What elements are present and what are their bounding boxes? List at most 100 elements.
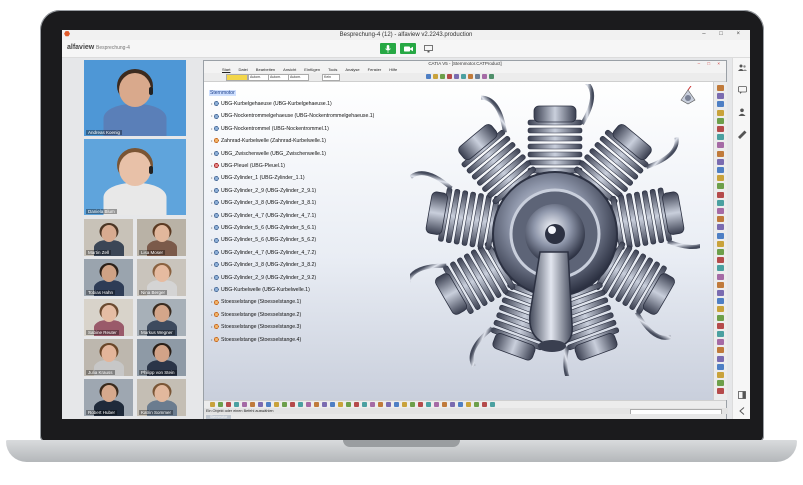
- toolbar-select[interactable]: Autom.: [248, 74, 269, 81]
- side-tool-icon[interactable]: [717, 85, 724, 91]
- side-tool-icon[interactable]: [717, 339, 724, 346]
- side-tool-icon[interactable]: [717, 216, 724, 223]
- side-tool-icon[interactable]: [717, 380, 724, 387]
- toolbar-tool-icon[interactable]: [454, 74, 459, 79]
- compass-icon[interactable]: [677, 86, 699, 108]
- bottom-tool-icon[interactable]: [330, 402, 335, 407]
- toolbar-tool-icon[interactable]: [475, 74, 480, 79]
- side-tool-icon[interactable]: [717, 347, 724, 354]
- menu-item[interactable]: Ansicht: [283, 67, 296, 72]
- side-tool-icon[interactable]: [717, 298, 724, 305]
- settings-icon[interactable]: [737, 130, 747, 140]
- side-tool-icon[interactable]: [717, 322, 724, 329]
- screen-share-button[interactable]: [421, 43, 435, 54]
- bottom-tool-icon[interactable]: [210, 402, 215, 407]
- bottom-tool-icon[interactable]: [234, 402, 239, 407]
- toolbar-tool-icon[interactable]: [433, 74, 438, 79]
- side-tool-icon[interactable]: [717, 281, 724, 288]
- bottom-tool-icon[interactable]: [346, 402, 351, 407]
- bottom-tool-icon[interactable]: [242, 402, 247, 407]
- tree-node[interactable]: • UBG-Zylinder_3_8 (UBG-Zylinder_3_8.2): [211, 261, 316, 268]
- menu-item[interactable]: Datei: [238, 67, 247, 72]
- toolbar-tool-icon[interactable]: [447, 74, 452, 79]
- tree-node[interactable]: • UBG-Zylinder_2_9 (UBG-Zylinder_2_9.2): [211, 274, 316, 281]
- tree-node[interactable]: • UBG-Zylinder_4_7 (UBG-Zylinder_4_7.1): [211, 212, 316, 219]
- participant-tile[interactable]: Lisa Moser: [137, 219, 186, 256]
- collapse-icon[interactable]: [737, 407, 747, 417]
- participant-tile[interactable]: Nina Berger: [137, 259, 186, 296]
- bottom-tool-icon[interactable]: [474, 402, 479, 407]
- bottom-tool-icon[interactable]: [386, 402, 391, 407]
- tree-node[interactable]: • UBG-Zylinder_5_6 (UBG-Zylinder_5_6.2): [211, 236, 316, 243]
- side-tool-icon[interactable]: [717, 167, 724, 173]
- side-tool-icon[interactable]: [717, 331, 724, 337]
- bottom-tool-icon[interactable]: [218, 402, 223, 407]
- side-tool-icon[interactable]: [717, 273, 724, 280]
- tree-node[interactable]: • UBG-Zylinder_3_8 (UBG-Zylinder_3_8.1): [211, 199, 316, 206]
- side-tool-icon[interactable]: [717, 224, 724, 231]
- tree-node[interactable]: • UBG-Pleuel (UBG-Pleuel.1): [211, 162, 285, 169]
- side-tool-icon[interactable]: [717, 240, 724, 247]
- participant-tile[interactable]: Philipp von Stein: [137, 339, 186, 376]
- radial-engine-model[interactable]: [410, 84, 700, 376]
- side-tool-icon[interactable]: [717, 199, 724, 206]
- side-tool-icon[interactable]: [717, 134, 724, 141]
- side-tool-icon[interactable]: [717, 117, 724, 124]
- window-controls[interactable]: – □ ×: [702, 31, 746, 37]
- bottom-tool-icon[interactable]: [306, 402, 311, 407]
- side-tool-icon[interactable]: [717, 208, 724, 214]
- toolbar-tool-icon[interactable]: [482, 74, 487, 79]
- bottom-tool-icon[interactable]: [298, 402, 303, 407]
- bottom-tool-icon[interactable]: [338, 402, 343, 407]
- side-tool-icon[interactable]: [717, 355, 724, 362]
- toolbar-select[interactable]: Kein: [322, 74, 340, 81]
- bottom-tool-icon[interactable]: [410, 402, 415, 407]
- side-tool-icon[interactable]: [717, 306, 724, 313]
- menu-item[interactable]: Hilfe: [389, 67, 397, 72]
- bottom-tool-icon[interactable]: [250, 402, 255, 407]
- participant-tile[interactable]: Katrin Sommer: [137, 379, 186, 416]
- participant-tile[interactable]: Tobias Hahn: [84, 259, 133, 296]
- toolbar-tool-icon[interactable]: [426, 74, 431, 79]
- microphone-button[interactable]: [380, 43, 396, 54]
- tree-node[interactable]: • UBG-Kurbelgehaeuse (UBG-Kurbelgehaeuse.…: [211, 100, 332, 107]
- tree-node[interactable]: • UBG-Nockentrommel (UBG-Nockentrommel.1): [211, 125, 329, 132]
- bottom-tool-icon[interactable]: [290, 402, 295, 407]
- camera-button[interactable]: [400, 43, 416, 54]
- toolbar-select[interactable]: Autom.: [288, 74, 309, 81]
- participants-icon[interactable]: [737, 64, 747, 74]
- tree-node[interactable]: • Stoesselstange (Stoesselstange.1): [211, 298, 301, 305]
- side-tool-icon[interactable]: [717, 232, 724, 239]
- tree-node[interactable]: • Stoesselstange (Stoesselstange.2): [211, 311, 301, 318]
- participant-tile[interactable]: Martin Zell: [84, 219, 133, 256]
- bottom-tool-icon[interactable]: [482, 402, 487, 407]
- side-tool-icon[interactable]: [717, 249, 724, 255]
- tree-root[interactable]: Sternmotor: [209, 90, 236, 96]
- side-tool-icon[interactable]: [717, 388, 724, 395]
- layout-icon[interactable]: [737, 391, 747, 401]
- toolbar-tool-icon[interactable]: [461, 74, 466, 79]
- bottom-tool-icon[interactable]: [258, 402, 263, 407]
- bottom-tool-icon[interactable]: [394, 402, 399, 407]
- bottom-tool-icon[interactable]: [458, 402, 463, 407]
- side-tool-icon[interactable]: [717, 109, 724, 116]
- user-icon[interactable]: [737, 108, 747, 118]
- menu-item[interactable]: Bearbeiten: [256, 67, 275, 72]
- side-tool-icon[interactable]: [717, 175, 724, 182]
- bottom-tool-icon[interactable]: [282, 402, 287, 407]
- side-tool-icon[interactable]: [717, 372, 724, 378]
- taskbar-item[interactable]: Sternmotor: [206, 415, 232, 419]
- tree-node[interactable]: • UBG-Nockentrommelgehaeuse (UBG-Nockentr…: [211, 112, 374, 119]
- side-tool-icon[interactable]: [717, 93, 724, 100]
- bottom-tool-icon[interactable]: [490, 402, 495, 407]
- toolbar-select[interactable]: Autom.: [268, 74, 289, 81]
- side-tool-icon[interactable]: [717, 101, 724, 108]
- menu-item[interactable]: Start: [222, 67, 230, 72]
- tree-node[interactable]: • UBG-Zylinder_4_7 (UBG-Zylinder_4_7.2): [211, 249, 316, 256]
- side-tool-icon[interactable]: [717, 142, 724, 149]
- participant-tile[interactable]: Robert Huber: [84, 379, 133, 416]
- bottom-tool-icon[interactable]: [450, 402, 455, 407]
- tree-node[interactable]: • UBG-Zylinder_2_9 (UBG-Zylinder_2_9.1): [211, 187, 316, 194]
- bottom-tool-icon[interactable]: [226, 402, 231, 407]
- side-tool-icon[interactable]: [717, 314, 724, 321]
